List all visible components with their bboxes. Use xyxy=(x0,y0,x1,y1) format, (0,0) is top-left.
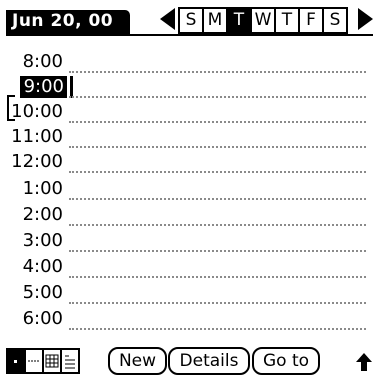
time-row-11[interactable]: 11:00 xyxy=(0,127,373,152)
time-label: 6:00 xyxy=(22,308,63,329)
time-label: 10:00 xyxy=(11,101,63,122)
time-row-9[interactable]: 9:00 xyxy=(0,76,373,102)
time-label: 11:00 xyxy=(11,126,63,147)
time-label: 4:00 xyxy=(22,256,63,277)
event-line[interactable] xyxy=(69,121,366,123)
date-title-tab[interactable]: Jun 20, 00 xyxy=(6,10,130,34)
event-line[interactable] xyxy=(69,302,366,304)
details-button[interactable]: Details xyxy=(168,347,250,375)
day-button-tue[interactable]: T xyxy=(226,7,252,34)
time-row-4[interactable]: 4:00 xyxy=(0,257,373,282)
week-day-selector: S M T W T F S xyxy=(178,7,348,34)
event-line[interactable] xyxy=(69,198,366,200)
event-line[interactable] xyxy=(69,146,366,148)
day-button-wed[interactable]: W xyxy=(250,7,276,34)
month-view-icon[interactable] xyxy=(42,348,62,374)
event-line[interactable] xyxy=(69,276,366,278)
time-row-6[interactable]: 6:00 xyxy=(0,309,373,334)
time-row-5[interactable]: 5:00 xyxy=(0,283,373,308)
new-button[interactable]: New xyxy=(108,347,167,375)
time-label: 5:00 xyxy=(22,282,63,303)
right-triangle-icon[interactable] xyxy=(358,8,373,30)
date-title: Jun 20, 00 xyxy=(12,11,114,31)
time-row-12[interactable]: 12:00 xyxy=(0,152,373,177)
up-arrow-icon[interactable] xyxy=(355,352,373,372)
header-divider xyxy=(6,34,373,36)
time-label: 1:00 xyxy=(22,178,63,199)
event-line[interactable] xyxy=(69,171,366,173)
event-line[interactable] xyxy=(69,224,366,226)
event-line[interactable] xyxy=(69,250,366,252)
text-cursor xyxy=(70,76,73,98)
time-label: 8:00 xyxy=(22,51,63,72)
time-label-selected: 9:00 xyxy=(19,76,67,98)
header-bar: Jun 20, 00 S M T W T F S xyxy=(0,0,373,36)
day-button-mon[interactable]: M xyxy=(202,7,228,34)
goto-button[interactable]: Go to xyxy=(252,347,320,375)
agenda-view-icon[interactable] xyxy=(60,348,80,374)
time-row-10[interactable]: 10:00 xyxy=(0,102,373,127)
footer-bar: New Details Go to xyxy=(0,340,373,380)
day-button-thu[interactable]: T xyxy=(274,7,300,34)
day-button-fri[interactable]: F xyxy=(298,7,324,34)
day-button-sun[interactable]: S xyxy=(178,7,204,34)
time-row-3[interactable]: 3:00 xyxy=(0,231,373,256)
day-view-icon[interactable] xyxy=(6,348,26,374)
time-row-8[interactable]: 8:00 xyxy=(0,52,373,77)
left-triangle-icon[interactable] xyxy=(160,8,175,30)
event-line[interactable] xyxy=(69,96,366,98)
event-line[interactable] xyxy=(69,71,366,73)
time-row-1[interactable]: 1:00 xyxy=(0,179,373,204)
time-label: 2:00 xyxy=(22,204,63,225)
day-button-sat[interactable]: S xyxy=(322,7,348,34)
time-label: 3:00 xyxy=(22,230,63,251)
event-line[interactable] xyxy=(69,328,366,330)
time-row-2[interactable]: 2:00 xyxy=(0,205,373,230)
view-selector xyxy=(6,348,80,374)
week-view-icon[interactable] xyxy=(24,348,44,374)
time-label: 12:00 xyxy=(11,151,63,172)
